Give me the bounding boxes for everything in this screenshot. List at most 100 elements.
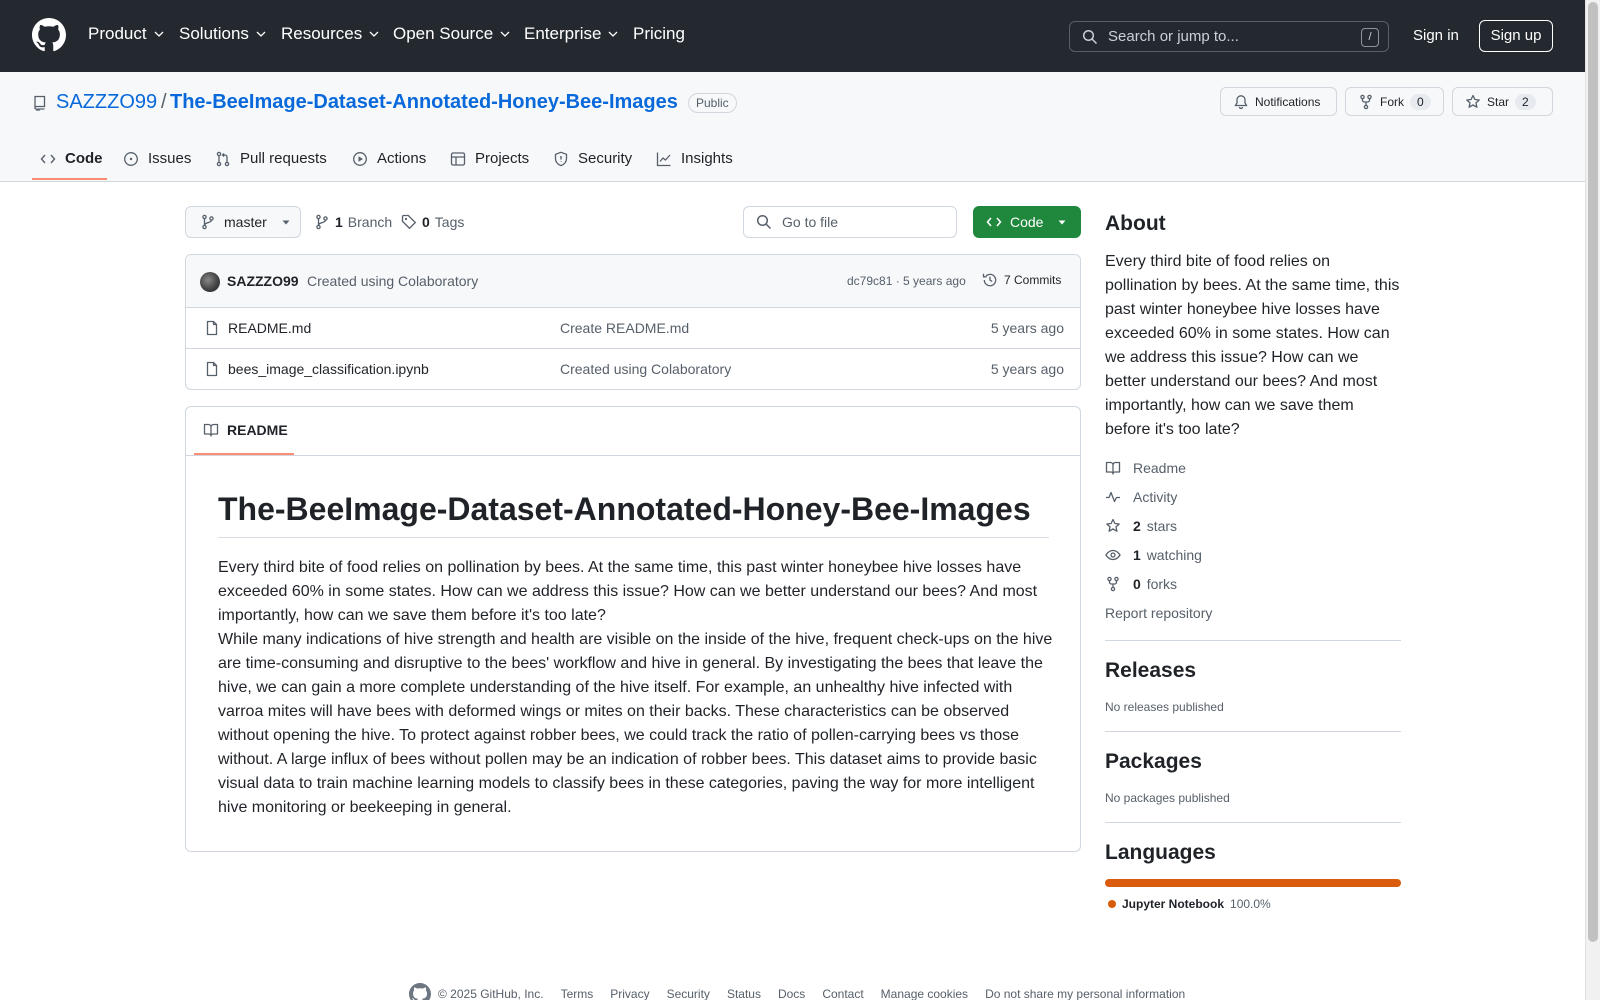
language-item[interactable]: Jupyter Notebook 100.0% [1108, 897, 1271, 911]
footer-link-contact[interactable]: Contact [822, 987, 863, 1000]
footer-link-status[interactable]: Status [727, 987, 761, 1000]
repo-path-separator: / [161, 91, 167, 113]
bell-icon [1234, 94, 1248, 109]
tab-issues[interactable]: Issues [123, 146, 191, 182]
visibility-badge: Public [688, 93, 737, 113]
watching-link[interactable]: 1 watching [1105, 547, 1202, 563]
nav-pricing-label: Pricing [633, 24, 685, 43]
forks-label: forks [1146, 576, 1178, 592]
pull-request-icon [216, 151, 230, 167]
repo-name-link[interactable]: The-BeeImage-Dataset-Annotated-Honey-Bee… [170, 91, 678, 114]
nav-solutions-label: Solutions [179, 24, 249, 43]
file-name-link[interactable]: README.md [228, 320, 311, 336]
nav-product-label: Product [88, 24, 147, 43]
fork-button[interactable]: Fork 0 [1345, 87, 1444, 116]
readme-tab[interactable]: README [203, 422, 288, 438]
branch-icon [316, 214, 328, 230]
nav-open-source[interactable]: Open Source [393, 24, 511, 44]
chevron-down-icon [154, 31, 164, 37]
eye-icon [1105, 549, 1121, 561]
footer-link-do-not-share[interactable]: Do not share my personal information [985, 987, 1185, 1000]
nav-solutions[interactable]: Solutions [179, 24, 267, 44]
notifications-button[interactable]: Notifications [1220, 87, 1337, 116]
nav-pricing[interactable]: Pricing [633, 24, 685, 44]
tab-security[interactable]: Security [553, 146, 632, 182]
sign-up-button[interactable]: Sign up [1479, 20, 1553, 52]
fork-icon [1360, 94, 1372, 109]
file-commit-link[interactable]: Created using Colaboratory [560, 361, 731, 377]
report-repository-link[interactable]: Report repository [1105, 605, 1212, 621]
about-description: Every third bite of food relies on polli… [1105, 253, 1400, 438]
nav-product[interactable]: Product [88, 24, 165, 44]
fork-icon [1107, 576, 1119, 592]
stars-link[interactable]: 2 stars [1105, 518, 1177, 534]
github-logo-icon[interactable] [32, 18, 66, 52]
shield-icon [554, 151, 568, 167]
tab-code[interactable]: Code [40, 146, 103, 182]
tab-insights[interactable]: Insights [656, 146, 733, 182]
footer-copyright: © 2025 GitHub, Inc. [438, 987, 544, 1000]
file-icon [206, 320, 218, 336]
search-icon [756, 214, 772, 230]
star-button[interactable]: Star 2 [1452, 87, 1553, 116]
star-label: Star [1487, 94, 1510, 109]
footer-link-privacy[interactable]: Privacy [610, 987, 649, 1000]
releases-heading[interactable]: Releases [1105, 659, 1401, 683]
tab-actions[interactable]: Actions [352, 146, 426, 182]
file-age: 5 years ago [990, 361, 1064, 377]
commit-message-link[interactable]: Created using Colaboratory [307, 273, 478, 289]
repo-owner-link[interactable]: SAZZZO99 [56, 91, 157, 114]
scrollbar-thumb[interactable] [1588, 2, 1598, 942]
stars-count: 2 [1133, 518, 1141, 534]
tags-link[interactable]: 0 Tags [401, 214, 464, 230]
language-bar [1105, 879, 1401, 887]
tag-count-label: Tags [434, 214, 465, 230]
fork-label: Fork [1380, 94, 1404, 109]
branch-selector[interactable]: master [185, 206, 301, 238]
star-icon [1106, 518, 1120, 532]
file-commit-link[interactable]: Create README.md [560, 320, 689, 336]
go-to-file-input[interactable]: Go to file [743, 206, 957, 238]
tab-pull-requests-label: Pull requests [240, 150, 327, 167]
footer-link-security[interactable]: Security [667, 987, 710, 1000]
chevron-down-icon [609, 31, 618, 37]
github-logo-icon[interactable] [409, 983, 431, 1000]
notifications-label: Notifications [1255, 94, 1321, 109]
branch-count-label: Branch [347, 214, 393, 230]
commit-author-link[interactable]: SAZZZO99 [227, 273, 299, 289]
activity-link[interactable]: Activity [1105, 489, 1177, 505]
readme-title: The-BeeImage-Dataset-Annotated-Honey-Bee… [218, 491, 1049, 538]
search-placeholder: Search or jump to... [1108, 28, 1239, 45]
chevron-down-icon [256, 31, 266, 37]
global-header: Product Solutions Resources Open Source … [0, 0, 1585, 72]
branches-link[interactable]: 1 Branch [314, 214, 392, 230]
packages-heading[interactable]: Packages [1105, 750, 1401, 774]
footer-link-manage-cookies[interactable]: Manage cookies [881, 987, 968, 1000]
file-name-link[interactable]: bees_image_classification.ipynb [228, 361, 429, 377]
chevron-down-icon [369, 31, 379, 37]
page-scrollbar[interactable] [1585, 0, 1600, 1000]
readme-tab-indicator [194, 453, 294, 455]
nav-enterprise-label: Enterprise [524, 24, 602, 43]
nav-enterprise[interactable]: Enterprise [524, 24, 619, 44]
search-input[interactable]: Search or jump to... / [1069, 21, 1389, 52]
file-icon [206, 361, 218, 377]
readme-link[interactable]: Readme [1105, 460, 1186, 476]
commit-sha-and-age[interactable]: dc79c81 · 5 years ago [847, 274, 966, 288]
watching-count: 1 [1133, 547, 1141, 563]
book-icon [203, 423, 219, 437]
code-dropdown-button[interactable]: Code [973, 206, 1081, 238]
avatar[interactable] [200, 272, 220, 292]
forks-link[interactable]: 0 forks [1105, 576, 1177, 592]
tab-issues-label: Issues [148, 150, 192, 167]
nav-resources[interactable]: Resources [281, 24, 380, 44]
go-to-file-placeholder: Go to file [782, 214, 839, 230]
tab-projects[interactable]: Projects [450, 146, 529, 182]
star-icon [1466, 94, 1480, 108]
sign-in-link[interactable]: Sign in [1413, 27, 1459, 44]
table-icon [450, 152, 466, 166]
footer-link-terms[interactable]: Terms [561, 987, 594, 1000]
tab-pull-requests[interactable]: Pull requests [215, 146, 327, 182]
footer-link-docs[interactable]: Docs [778, 987, 805, 1000]
commits-link[interactable]: 7 Commits [982, 272, 1061, 288]
